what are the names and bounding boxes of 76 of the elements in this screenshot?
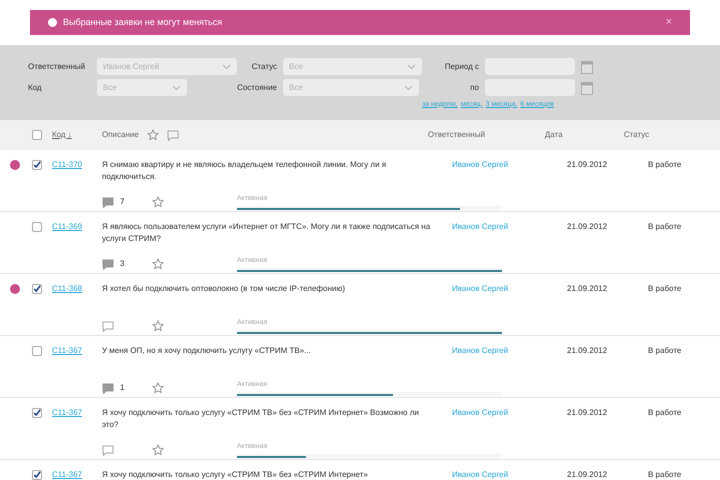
date-text: 21.09.2012 bbox=[567, 283, 608, 295]
comment-icon[interactable] bbox=[102, 444, 114, 456]
star-icon[interactable] bbox=[152, 196, 164, 208]
star-icon[interactable] bbox=[146, 129, 159, 141]
status-text: В работе bbox=[648, 345, 682, 357]
assignee-link[interactable]: Иванов Сергей bbox=[452, 407, 567, 419]
chevron-icon bbox=[404, 84, 413, 90]
date-text: 21.09.2012 bbox=[567, 407, 608, 419]
star-icon[interactable] bbox=[152, 258, 164, 270]
status-text: В работе bbox=[648, 469, 682, 480]
column-header: Ответственный bbox=[428, 129, 486, 141]
request-code-link[interactable]: С11-370 bbox=[52, 159, 102, 171]
assignee-link[interactable]: Иванов Сергей bbox=[452, 221, 567, 233]
comment-count: 7 bbox=[120, 196, 124, 208]
select-field[interactable]: Все bbox=[283, 58, 422, 75]
filter-label: Состояние bbox=[237, 82, 278, 94]
column-header: Дата bbox=[544, 129, 564, 141]
filter-label: Код bbox=[28, 82, 43, 94]
request-code-link[interactable]: С11-367 bbox=[52, 345, 102, 357]
alert-icon bbox=[48, 18, 57, 27]
assignee-link[interactable]: Иванов Сергей bbox=[452, 345, 567, 357]
filter-label: по bbox=[469, 82, 480, 94]
column-header[interactable]: Код ↓ bbox=[52, 129, 102, 141]
request-description: Я снимаю квартиру и не являюсь владельцем телефонной линии. Могу ли я подключиться. bbox=[102, 159, 388, 183]
request-code-link[interactable]: С11-367 bbox=[52, 469, 102, 480]
star-icon[interactable] bbox=[152, 444, 164, 456]
status-text: В работе bbox=[648, 159, 682, 171]
filter-label: Ответственный bbox=[28, 60, 86, 72]
column-header: Описание bbox=[102, 129, 139, 141]
status-text: В работе bbox=[648, 407, 682, 419]
comment-count: 3 bbox=[120, 258, 124, 270]
calendar-icon[interactable] bbox=[581, 60, 593, 74]
column-header: Статус bbox=[624, 129, 650, 141]
request-code-link[interactable]: С11-368 bbox=[52, 283, 102, 295]
assignee-link[interactable]: Иванов Сергей bbox=[452, 159, 567, 171]
request-code-link[interactable]: С11-367 bbox=[52, 407, 102, 419]
star-icon[interactable] bbox=[152, 382, 164, 394]
select-field[interactable]: Все bbox=[97, 79, 187, 96]
row-checkbox[interactable] bbox=[32, 346, 42, 356]
chevron-icon bbox=[172, 84, 181, 90]
close-button[interactable]: × bbox=[666, 14, 672, 31]
star-icon[interactable] bbox=[152, 320, 164, 332]
status-text: В работе bbox=[648, 221, 682, 233]
request-description: Я хочу подключить только услугу «СТРИМ ТВ» без «СТРИМ Интернет» bbox=[102, 469, 369, 480]
filter-label: Период с bbox=[444, 60, 480, 72]
row-checkbox[interactable] bbox=[32, 408, 42, 418]
assignee-link[interactable]: Иванов Сергей bbox=[452, 469, 567, 480]
date-text: 21.09.2012 bbox=[567, 345, 608, 357]
comment-icon[interactable] bbox=[102, 382, 114, 394]
row-checkbox[interactable] bbox=[32, 130, 42, 140]
filter-label: Статус bbox=[250, 60, 278, 72]
request-description: Я являюсь пользователем услуги «Интернет от МГТС». Могу ли я также подписаться на услуги СТРИМ? bbox=[102, 221, 432, 245]
comment-icon[interactable] bbox=[166, 130, 179, 140]
comment-icon[interactable] bbox=[102, 196, 114, 208]
status-text: В работе bbox=[648, 283, 682, 295]
select-field[interactable]: Иванов Сергей bbox=[97, 58, 237, 75]
chevron-icon bbox=[222, 64, 231, 70]
date-text: 21.09.2012 bbox=[567, 159, 608, 171]
chevron-icon bbox=[407, 64, 416, 70]
request-description: Я хочу подключить только услугу «СТРИМ ТВ» без «СТРИМ Интернет» Возможно ли это? bbox=[102, 407, 420, 431]
alert-text: Выбранные заявки не могут меняться bbox=[63, 16, 224, 29]
comment-icon[interactable] bbox=[102, 320, 114, 332]
comment-count: 1 bbox=[120, 382, 124, 394]
assignee-link[interactable]: Иванов Сергей bbox=[452, 283, 567, 295]
date-text: 21.09.2012 bbox=[567, 469, 608, 480]
row-checkbox[interactable] bbox=[32, 160, 42, 170]
row-checkbox[interactable] bbox=[32, 222, 42, 232]
date-text: 21.09.2012 bbox=[567, 221, 608, 233]
row-checkbox[interactable] bbox=[32, 470, 42, 480]
request-description: Я хотел бы подключить оптоволокно (в том числе IP-телефонию) bbox=[102, 283, 346, 295]
select-field[interactable]: Все bbox=[283, 79, 419, 96]
request-code-link[interactable]: С11-369 bbox=[52, 221, 102, 233]
calendar-icon[interactable] bbox=[581, 80, 593, 94]
row-checkbox[interactable] bbox=[32, 284, 42, 294]
comment-icon[interactable] bbox=[102, 258, 114, 270]
request-description: У меня ОП, но я хочу подключить услугу «СТРИМ ТВ»... bbox=[102, 345, 312, 357]
